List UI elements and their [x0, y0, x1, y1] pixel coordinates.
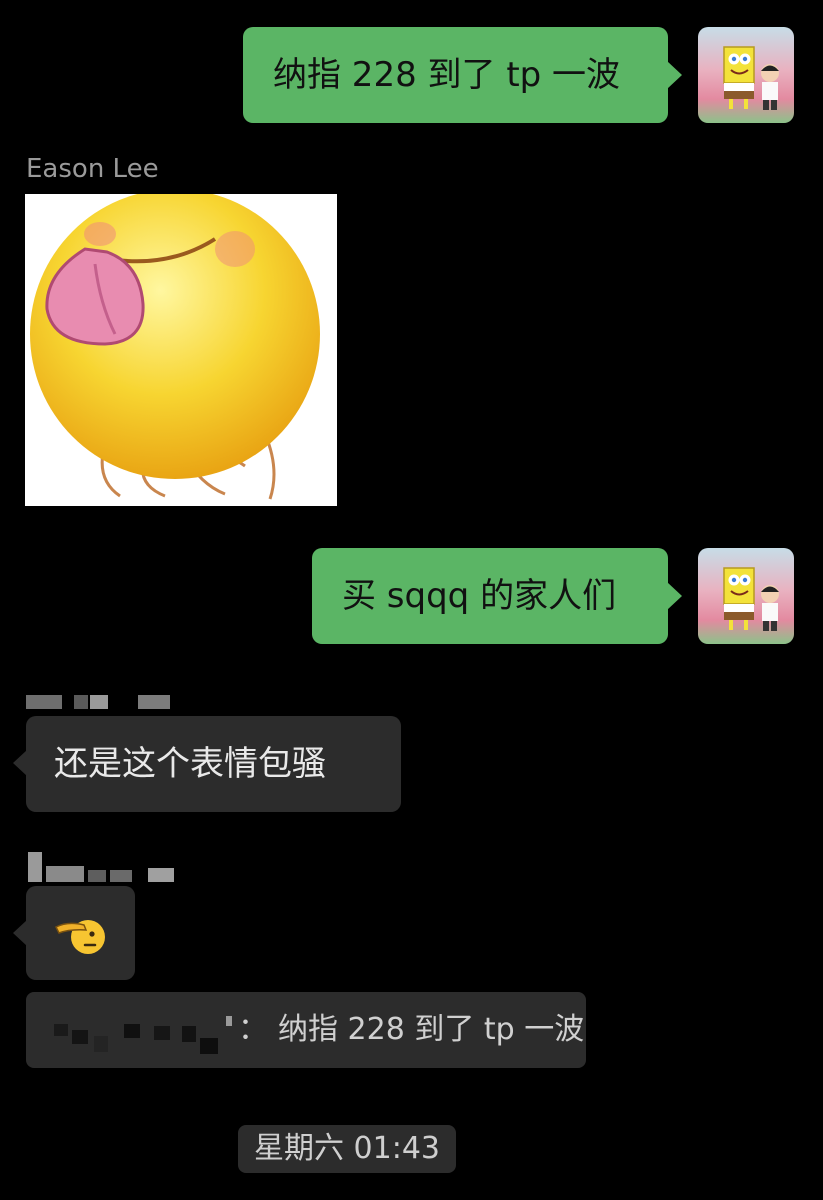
redaction-pixel: [148, 868, 174, 882]
redaction-pixel: [138, 695, 170, 709]
outgoing-message-bubble[interactable]: 买 sqqq 的家人们: [312, 548, 682, 644]
incoming-message-bubble[interactable]: 🫡: [13, 886, 135, 980]
quoted-sender-redacted: [54, 1012, 234, 1056]
sender-name-redacted: [26, 693, 176, 713]
redaction-pixel: [154, 1026, 170, 1040]
redaction-pixel: [94, 1036, 108, 1052]
message-text: 买 sqqq 的家人们: [342, 576, 617, 616]
quoted-message[interactable]: ： 纳指 228 到了 tp 一波: [26, 992, 586, 1068]
redaction-pixel: [124, 1024, 140, 1038]
tongue-out-emoji-sticker[interactable]: [25, 189, 337, 506]
redaction-pixel: [90, 695, 108, 709]
timestamp: 星期六 01:43: [238, 1125, 456, 1173]
redaction-pixel: [74, 695, 88, 709]
sticker-illustration: [30, 189, 320, 500]
sender-name-redacted: [26, 852, 176, 884]
avatar-illustration: [723, 567, 779, 631]
redaction-pixel: [28, 852, 42, 882]
quoted-text: 纳指 228 到了 tp 一波: [278, 1012, 585, 1047]
message-text: 还是这个表情包骚: [54, 744, 326, 784]
saluting-face-emoji-icon: [54, 919, 105, 954]
redaction-pixel: [200, 1038, 218, 1054]
redaction-pixel: [54, 1024, 68, 1036]
redaction-pixel: [88, 870, 106, 882]
redaction-pixel: [46, 866, 84, 882]
avatar-illustration: [723, 46, 779, 110]
redaction-pixel: [26, 695, 62, 709]
outgoing-message-bubble[interactable]: 纳指 228 到了 tp 一波: [243, 27, 682, 123]
sender-name: Eason Lee: [26, 154, 159, 184]
incoming-message-bubble[interactable]: 还是这个表情包骚: [13, 716, 401, 812]
spongebob-avatar-icon[interactable]: [698, 27, 794, 123]
quote-separator: ：: [238, 1012, 268, 1047]
message-text: 纳指 228 到了 tp 一波: [273, 55, 621, 95]
redaction-pixel: [110, 870, 132, 882]
spongebob-avatar-icon[interactable]: [698, 548, 794, 644]
redaction-pixel: [226, 1016, 232, 1026]
redaction-pixel: [182, 1026, 196, 1042]
redaction-pixel: [72, 1030, 88, 1044]
